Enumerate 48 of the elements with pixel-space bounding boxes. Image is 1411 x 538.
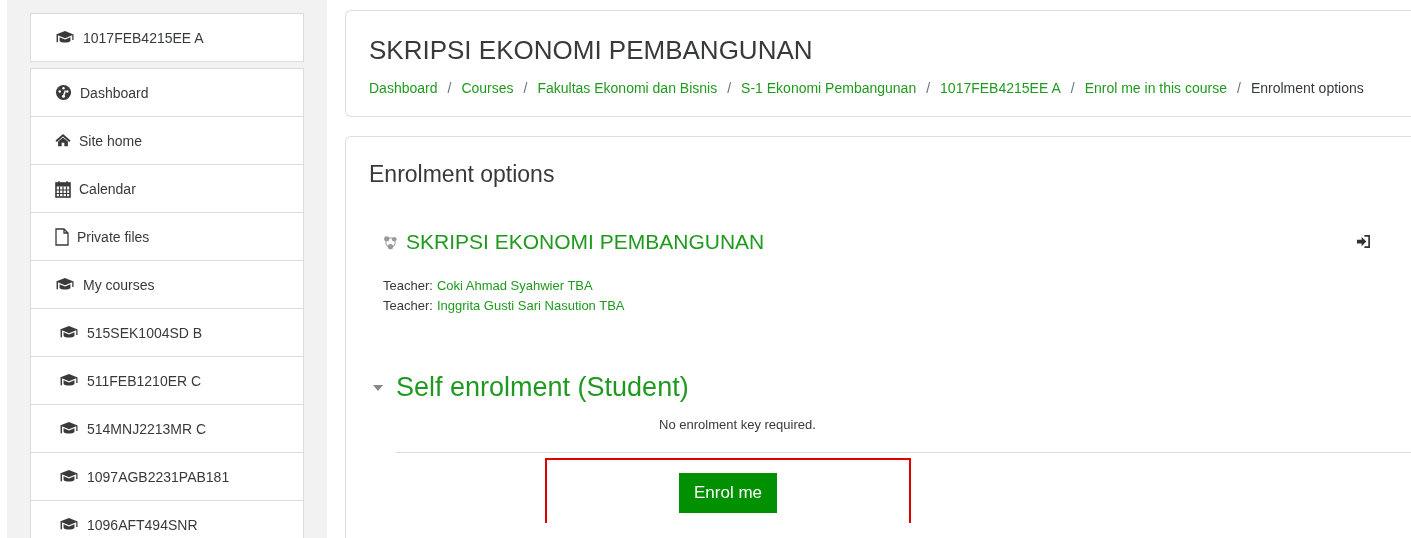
breadcrumb-current: Enrolment options	[1250, 80, 1364, 96]
page-title: SKRIPSI EKONOMI PEMBANGUNAN	[369, 35, 814, 66]
breadcrumb-separator: /	[447, 80, 452, 96]
breadcrumb-link[interactable]: S-1 Ekonomi Pembangunan	[741, 80, 917, 96]
house-icon	[55, 133, 71, 148]
enrol-button[interactable]: Enrol me	[679, 473, 777, 513]
course-title-link[interactable]: SKRIPSI EKONOMI PEMBANGUNAN	[406, 230, 765, 254]
graduation-cap-icon	[55, 277, 75, 292]
teacher-label: Teacher:	[383, 278, 433, 293]
graduation-cap-icon	[59, 373, 79, 388]
sidebar-item[interactable]: Calendar	[30, 164, 304, 213]
sidebar-item[interactable]: 1096AFT494SNR	[30, 500, 304, 538]
sidebar-item[interactable]: Private files	[30, 212, 304, 261]
graduation-cap-icon	[59, 469, 79, 484]
sidebar-item[interactable]: Dashboard	[30, 68, 304, 117]
section-heading: Enrolment options	[369, 161, 556, 188]
sidebar-item[interactable]: 515SEK1004SD B	[30, 308, 304, 357]
breadcrumb-link[interactable]: Courses	[461, 80, 514, 96]
sidebar-item[interactable]: 511FEB1210ER C	[30, 356, 304, 405]
breadcrumb-link[interactable]: Fakultas Ekonomi dan Bisnis	[537, 80, 718, 96]
sidebar-item[interactable]: 1097AGB2231PAB181	[30, 452, 304, 501]
breadcrumb-link[interactable]: 1017FEB4215EE A	[940, 80, 1061, 96]
breadcrumb-separator: /	[926, 80, 931, 96]
gauge-icon	[55, 84, 72, 101]
graduation-cap-icon	[59, 325, 79, 340]
graduation-cap-icon	[59, 421, 79, 436]
sign-in-icon[interactable]	[1356, 235, 1371, 249]
info-text: No enrolment key required.	[659, 417, 817, 432]
breadcrumb-separator: /	[727, 80, 732, 96]
breadcrumb-separator: /	[523, 80, 528, 96]
breadcrumb-link[interactable]: Enrol me in this course	[1084, 80, 1228, 96]
graduation-cap-icon	[59, 517, 79, 532]
breadcrumb-separator: /	[1237, 80, 1241, 96]
sidebar-item[interactable]: Site home	[30, 116, 304, 165]
sidebar-item[interactable]: 514MNJ2213MR C	[30, 404, 304, 453]
sidebar-item[interactable]: My courses	[30, 260, 304, 309]
course-icon	[383, 234, 398, 250]
document-icon	[55, 227, 69, 246]
teacher-link[interactable]: Coki Ahmad Syahwier TBA	[436, 278, 593, 293]
breadcrumb-link[interactable]: Dashboard	[369, 80, 438, 96]
caret-icon[interactable]	[373, 384, 383, 391]
calendar-icon	[55, 179, 71, 198]
sidebar-item[interactable]: 1017FEB4215EE A	[30, 13, 304, 62]
teacher-label: Teacher:	[383, 298, 433, 313]
breadcrumb-separator: /	[1070, 80, 1075, 96]
teacher-link[interactable]: Inggrita Gusti Sari Nasution TBA	[436, 298, 625, 313]
graduation-cap-icon	[55, 30, 75, 45]
section-title[interactable]: Self enrolment (Student)	[396, 372, 689, 403]
